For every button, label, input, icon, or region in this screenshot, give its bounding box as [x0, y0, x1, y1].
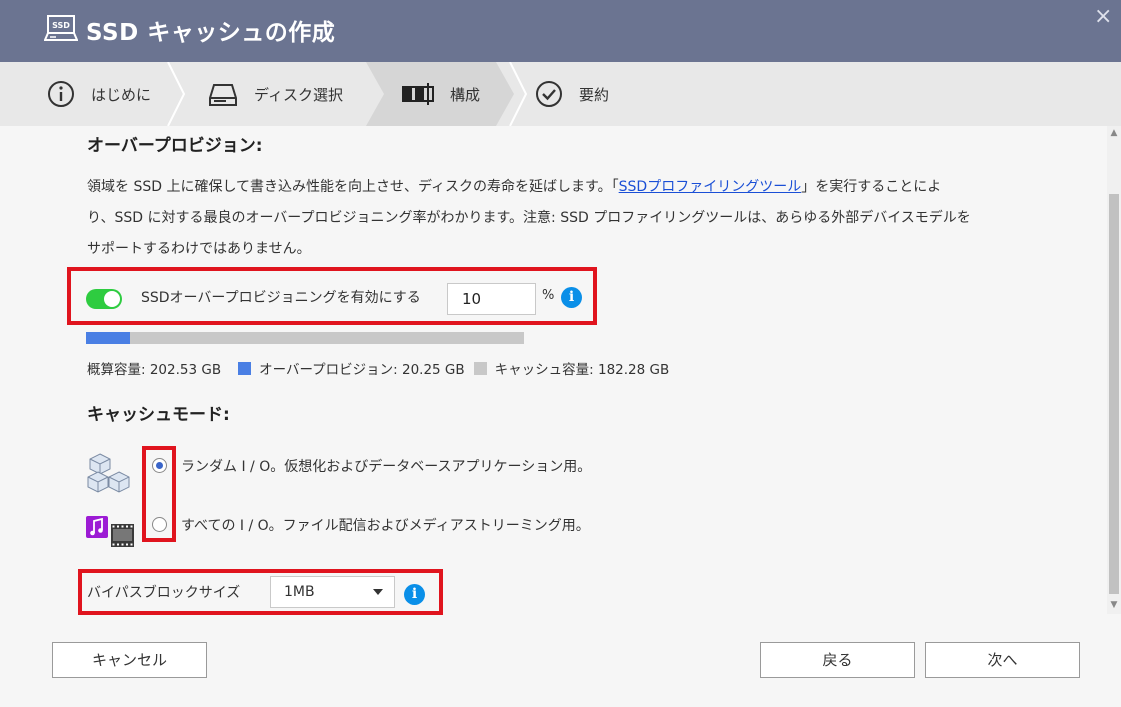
overprovision-bar-fill: [86, 332, 130, 344]
info-icon[interactable]: i: [404, 584, 425, 605]
overprovision-percent-input[interactable]: [447, 283, 536, 315]
overprovision-capacity: オーバープロビジョン: 20.25 GB: [259, 362, 465, 378]
cache-mode-random-radio[interactable]: [152, 458, 167, 473]
disk-drive-icon: [209, 84, 237, 106]
cache-mode-random-label: ランダム I / O。仮想化およびデータベースアプリケーション用。: [181, 459, 592, 475]
description-line: 領域を SSD 上に確保して書き込み性能を向上させ、ディスクの寿命を延ばします。…: [87, 172, 1047, 203]
next-button[interactable]: 次へ: [925, 642, 1080, 678]
ssd-profiling-tool-link[interactable]: SSDプロファイリングツール: [619, 179, 802, 195]
cache-capacity: キャッシュ容量: 182.28 GB: [494, 362, 670, 378]
cancel-button[interactable]: キャンセル: [52, 642, 207, 678]
step-label: 要約: [579, 85, 610, 104]
step-configure: 構成: [402, 62, 480, 126]
media-icon: [86, 516, 134, 547]
step-separator: [167, 62, 186, 126]
configure-icon: [402, 83, 434, 105]
scroll-thumb[interactable]: [1109, 194, 1119, 594]
step-disk-selection: ディスク選択: [208, 62, 343, 126]
overprovision-toggle[interactable]: [86, 289, 122, 309]
step-label: ディスク選択: [254, 85, 343, 104]
description-line: サポートするわけではありません。: [87, 241, 311, 257]
ssd-drive-icon: SSD: [44, 15, 78, 41]
info-circle-icon: [48, 81, 74, 107]
title-bar: SSD SSD キャッシュの作成 ×: [0, 0, 1121, 62]
overprovision-swatch: [238, 361, 252, 375]
cache-mode-all-label: すべての I / O。ファイル配信およびメディアストリーミング用。: [181, 518, 590, 534]
check-circle-icon: [536, 81, 562, 107]
bypass-block-size-select[interactable]: 1MB: [270, 576, 395, 608]
cubes-icon: [87, 453, 130, 493]
overprovision-heading: オーバープロビジョン:: [87, 136, 263, 156]
overprovision-toggle-label: SSDオーバープロビジョニングを有効にする: [141, 290, 421, 306]
scroll-up-icon[interactable]: ▲: [1109, 128, 1119, 138]
overprovision-description: 領域を SSD 上に確保して書き込み性能を向上させ、ディスクの寿命を延ばします。…: [87, 172, 1047, 265]
back-button[interactable]: 戻る: [760, 642, 915, 678]
percent-unit: %: [542, 288, 555, 303]
bypass-block-size-label: バイパスブロックサイズ: [87, 585, 241, 601]
step-separator: [509, 62, 528, 126]
cache-swatch: [473, 361, 487, 375]
capacity-legend: 概算容量: 202.53 GB オーバープロビジョン: 20.25 GB キャッ…: [87, 358, 669, 378]
selected-value: 1MB: [284, 584, 315, 600]
svg-text:SSD: SSD: [52, 21, 70, 30]
description-text: 領域を SSD 上に確保して書き込み性能を向上させ、ディスクの寿命を延ばします。…: [87, 179, 619, 195]
description-text: 」を実行することによ: [801, 179, 942, 195]
toggle-knob: [104, 291, 120, 307]
step-introduction: はじめに: [47, 62, 151, 126]
scroll-down-icon[interactable]: ▼: [1109, 600, 1119, 610]
step-summary: 要約: [535, 62, 609, 126]
close-icon[interactable]: ×: [1094, 4, 1112, 29]
step-label: 構成: [450, 85, 481, 104]
capacity-bar: [86, 332, 524, 344]
step-label: はじめに: [91, 85, 152, 104]
cache-mode-heading: キャッシュモード:: [87, 405, 230, 425]
description-line: り、SSD に対する最良のオーバープロビジョニング率がわかります。注意: SSD…: [87, 210, 971, 226]
cache-mode-all-radio[interactable]: [152, 517, 167, 532]
total-capacity: 概算容量: 202.53 GB: [87, 362, 222, 378]
wizard-steps: はじめに ディスク選択 構成 要約: [0, 62, 1121, 126]
info-icon[interactable]: i: [561, 287, 582, 308]
chevron-down-icon: [373, 589, 383, 595]
vertical-scrollbar[interactable]: ▲ ▼: [1107, 126, 1121, 614]
window-title: SSD キャッシュの作成: [86, 20, 336, 46]
